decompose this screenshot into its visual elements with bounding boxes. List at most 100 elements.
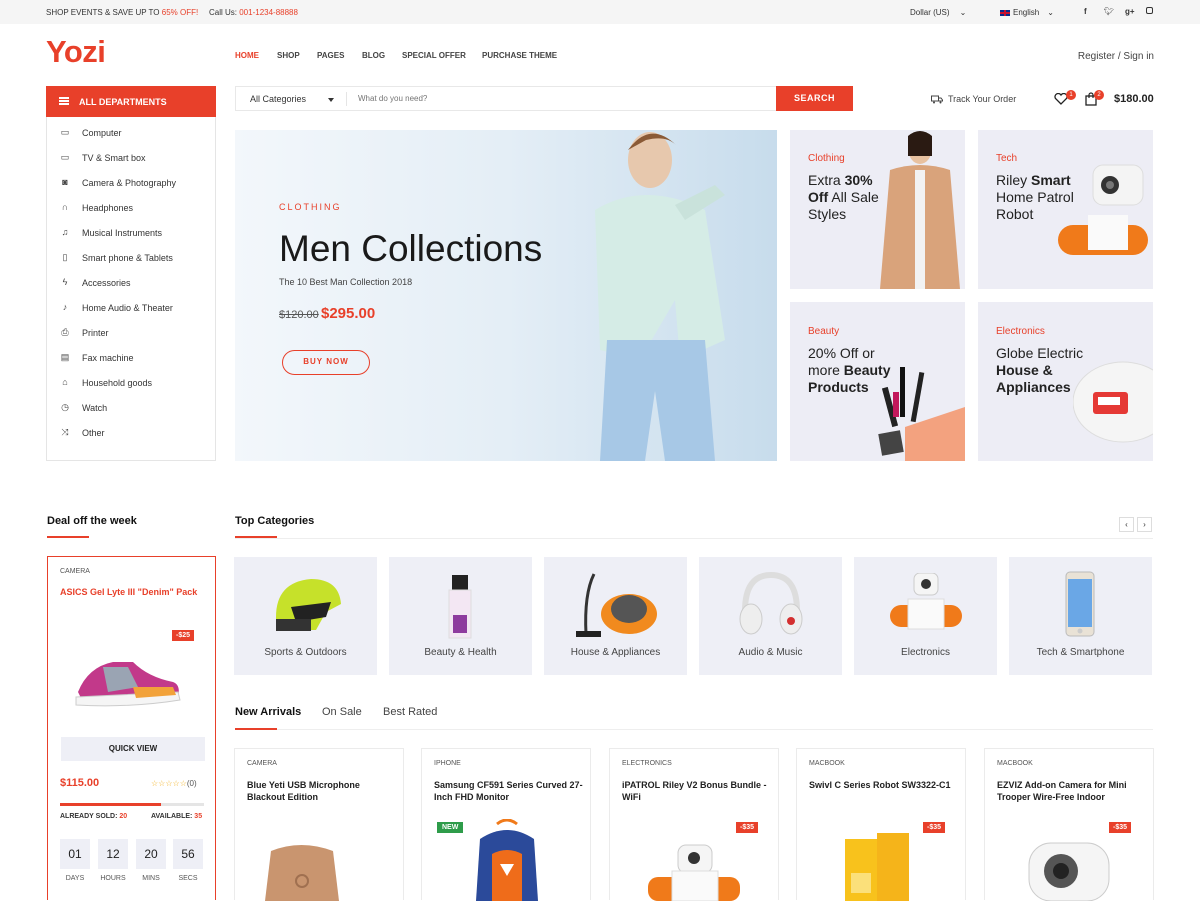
category-select[interactable]: All Categories — [250, 94, 306, 104]
robot-device-image — [890, 573, 962, 630]
call-number[interactable]: 001-1234-88888 — [239, 8, 298, 17]
woman-coat-image — [880, 131, 960, 289]
product-card[interactable]: ELECTRONICS iPATROL Riley V2 Bonus Bundl… — [609, 748, 779, 901]
dept-item-headphones[interactable]: ∩ Headphones — [47, 199, 215, 221]
site-logo[interactable]: Yozi — [46, 34, 106, 70]
promo-card-beauty[interactable]: Beauty 20% Off or more Beauty Products — [790, 302, 965, 461]
track-order-link[interactable]: Track Your Order — [931, 94, 1016, 104]
product-name[interactable]: Swivl C Series Robot SW3322-C1 — [809, 779, 959, 791]
promo-card-tech[interactable]: Tech Riley Smart Home Patrol Robot — [978, 130, 1153, 289]
dept-label: Headphones — [82, 203, 134, 213]
dept-item-home-audio[interactable]: ♪ Home Audio & Theater — [47, 299, 215, 321]
tab-best-rated[interactable]: Best Rated — [383, 706, 437, 718]
nav-home[interactable]: HOME — [235, 51, 259, 60]
dept-item-smartphone[interactable]: ▯ Smart phone & Tablets — [47, 249, 215, 271]
dept-item-accessories[interactable]: ϟ Accessories — [47, 274, 215, 296]
section-divider — [235, 538, 1153, 539]
promo-category: Clothing — [808, 153, 845, 164]
register-signin-link[interactable]: Register / Sign in — [1078, 51, 1154, 62]
product-name[interactable]: Samsung CF591 Series Curved 27-Inch FHD … — [434, 779, 584, 803]
category-card-sports[interactable]: Sports & Outdoors — [234, 557, 377, 675]
cart-total[interactable]: $180.00 — [1114, 93, 1154, 105]
nav-purchase-theme[interactable]: PURCHASE THEME — [482, 51, 557, 60]
shuffle-icon: ⤨ — [61, 427, 69, 437]
countdown-label: HOURS — [100, 875, 126, 882]
music-icon: ♫ — [61, 227, 69, 237]
robot-image — [1058, 164, 1148, 255]
nav-special-offer[interactable]: SPECIAL OFFER — [402, 51, 466, 60]
promo-line: Riley — [996, 172, 1032, 188]
sold-progress-fill — [60, 803, 161, 806]
dept-item-fax[interactable]: ▤ Fax machine — [47, 349, 215, 371]
carousel-prev-button[interactable]: ‹ — [1119, 517, 1134, 532]
dept-item-household[interactable]: ⌂ Household goods — [47, 374, 215, 396]
category-label: Electronics — [901, 647, 950, 658]
category-card-audio[interactable]: Audio & Music — [699, 557, 842, 675]
tv-icon: ▭ — [60, 152, 70, 162]
security-camera-image — [1028, 842, 1110, 901]
hero-banner[interactable]: CLOTHING Men Collections The 10 Best Man… — [235, 130, 777, 461]
perfume-bottle-image — [448, 575, 472, 639]
promo-category: Electronics — [996, 326, 1045, 337]
nav-blog[interactable]: BLOG — [362, 51, 385, 60]
product-card[interactable]: MACBOOK EZVIZ Add-on Camera for Mini Tro… — [984, 748, 1154, 901]
nav-shop[interactable]: SHOP — [277, 51, 300, 60]
promo-card-clothing[interactable]: Clothing Extra 30% Off All Sale Styles — [790, 130, 965, 289]
deal-product-name[interactable]: ASICS Gel Lyte III "Denim" Pack — [60, 587, 197, 597]
category-card-beauty[interactable]: Beauty & Health — [389, 557, 532, 675]
dept-item-other[interactable]: ⤨ Other — [47, 424, 215, 446]
tab-on-sale[interactable]: On Sale — [322, 706, 362, 718]
countdown-days: 01 — [60, 839, 90, 869]
nav-pages[interactable]: PAGES — [317, 51, 344, 60]
instagram-icon[interactable] — [1146, 7, 1153, 14]
language-label: English — [1013, 8, 1040, 17]
promo-bold: Off — [808, 189, 829, 205]
currency-selector[interactable]: Dollar (US) ⌄ — [910, 8, 966, 17]
deal-price: $115.00 — [60, 777, 100, 789]
category-card-tech[interactable]: Tech & Smartphone — [1009, 557, 1152, 675]
facebook-icon[interactable]: f — [1084, 7, 1087, 16]
departments-list: ▭ Computer ▭ TV & Smart box ◙ Camera & Phot… — [46, 117, 216, 461]
hero-model-image — [595, 132, 725, 461]
category-card-electronics[interactable]: Electronics — [854, 557, 997, 675]
tab-new-arrivals[interactable]: New Arrivals — [235, 706, 301, 718]
product-name[interactable]: iPATROL Riley V2 Bonus Bundle - WiFi — [622, 779, 772, 803]
dept-item-computer[interactable]: ▭ Computer — [47, 124, 215, 146]
product-card[interactable]: CAMERA Blue Yeti USB Microphone Blackout… — [234, 748, 404, 901]
product-category: ELECTRONICS — [622, 760, 672, 767]
dept-item-camera[interactable]: ◙ Camera & Photography — [47, 174, 215, 196]
google-plus-icon[interactable]: g+ — [1125, 7, 1135, 16]
twitter-icon[interactable]: 🐦︎ — [1104, 7, 1114, 16]
dept-item-watch[interactable]: ◷ Watch — [47, 399, 215, 421]
buy-now-button[interactable]: BUY NOW — [282, 350, 370, 375]
tabs-divider — [235, 729, 1153, 730]
hero-new-price: $295.00 — [321, 305, 376, 322]
clock-icon: ◷ — [61, 402, 69, 412]
available-value: 35 — [194, 813, 203, 820]
category-card-house[interactable]: House & Appliances — [544, 557, 687, 675]
quick-view-button[interactable]: QUICK VIEW — [61, 737, 205, 761]
star-rating-icon: ☆☆☆☆☆(0) — [151, 779, 197, 788]
product-card[interactable]: IPHONE Samsung CF591 Series Curved 27-In… — [421, 748, 591, 901]
search-divider — [346, 92, 347, 106]
promo-card-electronics[interactable]: Electronics Globe Electric House & Appli… — [978, 302, 1153, 461]
category-label: Beauty & Health — [424, 647, 497, 658]
product-category: CAMERA — [247, 760, 277, 767]
product-card[interactable]: MACBOOK Swivl C Series Robot SW3322-C1 -… — [796, 748, 966, 901]
search-input[interactable] — [358, 94, 758, 103]
rating-count: (0) — [186, 779, 197, 788]
product-name[interactable]: Blue Yeti USB Microphone Blackout Editio… — [247, 779, 397, 803]
all-departments-button[interactable]: ALL DEPARTMENTS — [46, 86, 216, 117]
countdown-label: MINS — [142, 875, 160, 882]
search-button[interactable]: SEARCH — [776, 86, 853, 111]
call-label: Call Us: — [209, 8, 240, 17]
carousel-next-button[interactable]: › — [1137, 517, 1152, 532]
product-name[interactable]: EZVIZ Add-on Camera for Mini Trooper Wir… — [997, 779, 1147, 803]
dept-item-printer[interactable]: ⎙ Printer — [47, 324, 215, 346]
product-category: MACBOOK — [997, 760, 1033, 767]
dept-item-musical[interactable]: ♫ Musical Instruments — [47, 224, 215, 246]
language-selector[interactable]: English ⌄ — [1000, 8, 1054, 17]
dept-item-tv[interactable]: ▭ TV & Smart box — [47, 149, 215, 171]
new-badge: NEW — [437, 822, 464, 833]
handbag-image — [265, 845, 339, 901]
